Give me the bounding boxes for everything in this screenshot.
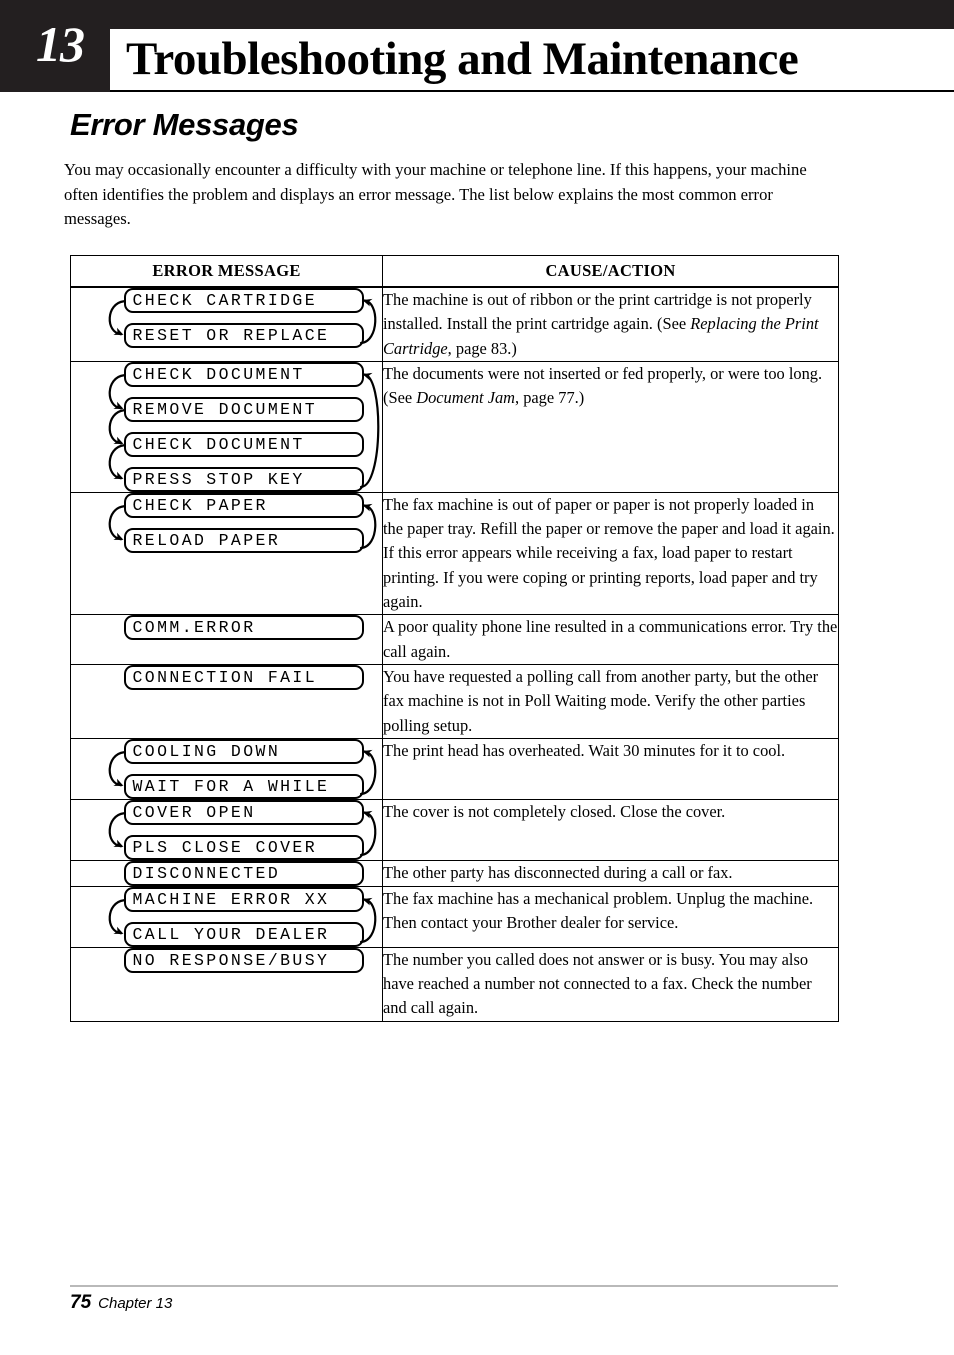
cause-text: The print head has overheated. Wait 30 m… bbox=[383, 740, 786, 760]
chapter-banner: 13 Troubleshooting and Maintenance bbox=[0, 0, 954, 92]
footer: 75 Chapter 13 bbox=[70, 1292, 172, 1315]
lcd-display-box: COMM.ERROR bbox=[123, 615, 364, 641]
lcd-display-box: CALL YOUR DEALER bbox=[123, 921, 364, 947]
lcd-display-box: NO RESPONSE/BUSY bbox=[123, 947, 364, 973]
table-row: CHECK DOCUMENT REMOVE DOCUMENT CHECK DOCUM… bbox=[70, 360, 839, 493]
cause-action-cell: The machine is out of ribbon or the prin… bbox=[382, 286, 839, 362]
lcd-display-box: DISCONNECTED bbox=[123, 860, 364, 886]
chapter-title-band: Troubleshooting and Maintenance bbox=[110, 29, 954, 92]
table-row: CHECK CARTRIDGE RESET OR REPLACE The machi… bbox=[70, 286, 839, 362]
column-header-error-message: ERROR MESSAGE bbox=[70, 255, 383, 288]
lcd-message-group: CONNECTION FAIL bbox=[89, 664, 365, 690]
cause-text: , page 83.) bbox=[447, 338, 517, 358]
lcd-message-group: COOLING DOWN WAIT FOR A WHILE bbox=[89, 738, 376, 799]
cause-action-cell: The documents were not inserted or fed p… bbox=[382, 360, 839, 493]
error-message-cell: CHECK DOCUMENT REMOVE DOCUMENT CHECK DOCUM… bbox=[70, 360, 383, 493]
chapter-number: 13 bbox=[36, 16, 85, 72]
cause-action-cell: The fax machine is out of paper or paper… bbox=[382, 491, 839, 616]
error-message-cell: MACHINE ERROR XX CALL YOUR DEALER bbox=[70, 885, 383, 948]
cause-text: , page 77.) bbox=[515, 388, 585, 408]
table-row: COMM.ERROR A poor quality phone line resu… bbox=[70, 614, 839, 665]
intro-paragraph: You may occasionally encounter a difficu… bbox=[64, 160, 807, 229]
lcd-display-box: PRESS STOP KEY bbox=[123, 466, 364, 492]
table-row: NO RESPONSE/BUSY The number you called do… bbox=[70, 946, 839, 1022]
cause-action-cell: The number you called does not answer or… bbox=[382, 946, 839, 1022]
cause-text: A poor quality phone line resulted in a … bbox=[383, 617, 838, 661]
lcd-display-box: RELOAD PAPER bbox=[123, 527, 364, 553]
lcd-display-box: CHECK CARTRIDGE bbox=[123, 288, 364, 313]
column-header-cause-action: CAUSE/ACTION bbox=[382, 255, 839, 288]
table-body: CHECK CARTRIDGE RESET OR REPLACE The machi… bbox=[70, 286, 839, 1022]
lcd-display-box: CHECK DOCUMENT bbox=[123, 361, 364, 387]
error-message-cell: DISCONNECTED bbox=[70, 859, 383, 887]
error-message-table: ERROR MESSAGE CAUSE/ACTION CHECK CARTRID… bbox=[70, 255, 839, 1022]
footer-rule bbox=[70, 1285, 838, 1287]
banner-rule bbox=[110, 90, 954, 92]
table-row: DISCONNECTED The other party has disconne… bbox=[70, 859, 839, 887]
lcd-message-group: CHECK CARTRIDGE RESET OR REPLACE bbox=[89, 288, 376, 348]
page-number: 75 bbox=[70, 1292, 92, 1313]
cause-text: You have requested a polling call from a… bbox=[383, 666, 819, 735]
error-message-cell: NO RESPONSE/BUSY bbox=[70, 946, 383, 1022]
lcd-message-group: NO RESPONSE/BUSY bbox=[89, 947, 365, 973]
cause-text: The fax machine has a mechanical problem… bbox=[383, 888, 814, 933]
cause-action-cell: A poor quality phone line resulted in a … bbox=[382, 614, 839, 665]
lcd-display-box: CHECK DOCUMENT bbox=[123, 431, 364, 457]
page-title: Troubleshooting and Maintenance bbox=[126, 33, 799, 85]
lcd-display-box: PLS CLOSE COVER bbox=[123, 834, 364, 860]
cause-text: The fax machine is out of paper or paper… bbox=[383, 494, 835, 612]
lcd-display-box: RESET OR REPLACE bbox=[123, 323, 364, 348]
table-row: COOLING DOWN WAIT FOR A WHILE The print he… bbox=[70, 737, 839, 800]
lcd-display-box: WAIT FOR A WHILE bbox=[123, 773, 364, 799]
error-message-cell: CONNECTION FAIL bbox=[70, 663, 383, 739]
cause-text-italic: Document Jam bbox=[416, 388, 516, 408]
cause-action-cell: The cover is not completely closed. Clos… bbox=[382, 798, 839, 861]
cause-action-cell: The other party has disconnected during … bbox=[382, 859, 839, 887]
cause-text: The number you called does not answer or… bbox=[383, 949, 812, 1018]
footer-chapter-label: Chapter 13 bbox=[98, 1295, 173, 1312]
lcd-message-group: MACHINE ERROR XX CALL YOUR DEALER bbox=[89, 886, 376, 947]
lcd-display-box: MACHINE ERROR XX bbox=[123, 886, 364, 912]
table-row: MACHINE ERROR XX CALL YOUR DEALER The fax … bbox=[70, 885, 839, 948]
error-message-cell: CHECK PAPER RELOAD PAPER bbox=[70, 491, 383, 616]
lcd-display-box: CONNECTION FAIL bbox=[123, 664, 364, 690]
error-message-cell: COVER OPEN PLS CLOSE COVER bbox=[70, 798, 383, 861]
cause-action-cell: The fax machine has a mechanical problem… bbox=[382, 885, 839, 948]
table-row: COVER OPEN PLS CLOSE COVER The cover is no… bbox=[70, 798, 839, 861]
lcd-message-group: COMM.ERROR bbox=[89, 615, 365, 641]
error-message-cell: COOLING DOWN WAIT FOR A WHILE bbox=[70, 737, 383, 800]
cause-action-cell: The print head has overheated. Wait 30 m… bbox=[382, 737, 839, 800]
lcd-message-group: CHECK DOCUMENT REMOVE DOCUMENT CHECK DOCUM… bbox=[89, 361, 379, 492]
table-row: CONNECTION FAIL You have requested a poll… bbox=[70, 663, 839, 739]
lcd-display-box: REMOVE DOCUMENT bbox=[123, 396, 364, 422]
cause-action-cell: You have requested a polling call from a… bbox=[382, 663, 839, 739]
lcd-message-group: DISCONNECTED bbox=[89, 860, 365, 886]
lcd-display-box: COOLING DOWN bbox=[123, 738, 364, 764]
cause-text: The cover is not completely closed. Clos… bbox=[383, 801, 726, 821]
table-row: CHECK PAPER RELOAD PAPER The fax machine i… bbox=[70, 491, 839, 616]
section-heading: Error Messages bbox=[70, 107, 299, 142]
lcd-message-group: CHECK PAPER RELOAD PAPER bbox=[89, 492, 376, 553]
table-header-row: ERROR MESSAGE CAUSE/ACTION bbox=[70, 255, 839, 288]
lcd-message-group: COVER OPEN PLS CLOSE COVER bbox=[89, 799, 376, 860]
lcd-display-box: COVER OPEN bbox=[123, 799, 364, 825]
cause-text: The other party has disconnected during … bbox=[383, 862, 733, 882]
error-message-cell: COMM.ERROR bbox=[70, 614, 383, 665]
lcd-display-box: CHECK PAPER bbox=[123, 492, 364, 518]
error-message-cell: CHECK CARTRIDGE RESET OR REPLACE bbox=[70, 286, 383, 362]
